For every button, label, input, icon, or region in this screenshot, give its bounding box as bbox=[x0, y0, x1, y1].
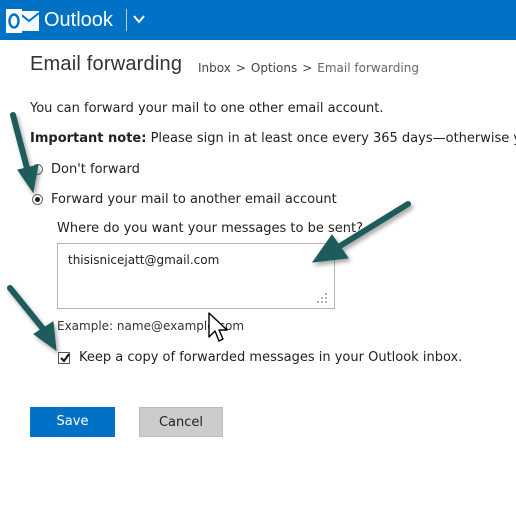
destination-label: Where do you want your messages to be se… bbox=[57, 221, 363, 236]
chevron-down-icon[interactable] bbox=[132, 12, 146, 26]
page-title: Email forwarding bbox=[30, 53, 183, 75]
important-note-label: Important note: bbox=[30, 131, 147, 146]
radio-forward[interactable] bbox=[32, 194, 43, 205]
top-bar: Outlook bbox=[0, 0, 516, 40]
breadcrumb-options[interactable]: Options bbox=[251, 61, 297, 75]
breadcrumb-separator: > bbox=[235, 61, 246, 75]
option-forward[interactable]: Forward your mail to another email accou… bbox=[32, 192, 337, 207]
cancel-button[interactable]: Cancel bbox=[139, 407, 223, 437]
header-divider bbox=[126, 9, 127, 31]
keep-copy-option[interactable]: Keep a copy of forwarded messages in you… bbox=[58, 350, 462, 365]
breadcrumb-current: Email forwarding bbox=[317, 61, 419, 75]
brand-name[interactable]: Outlook bbox=[44, 7, 113, 33]
breadcrumb: Inbox > Options > Email forwarding bbox=[198, 61, 419, 75]
resize-grip-icon[interactable] bbox=[316, 292, 328, 304]
save-button[interactable]: Save bbox=[30, 407, 115, 437]
arrow-to-keep-copy-checkbox bbox=[7, 285, 57, 352]
keep-copy-label: Keep a copy of forwarded messages in you… bbox=[79, 350, 463, 365]
checkmark-icon bbox=[60, 352, 70, 363]
outlook-logo-icon[interactable] bbox=[6, 8, 40, 34]
destination-email-input[interactable]: thisisnicejatt@gmail.com bbox=[57, 243, 335, 309]
option-label: Forward your mail to another email accou… bbox=[51, 192, 337, 207]
radio-dont-forward[interactable] bbox=[32, 164, 43, 175]
option-dont-forward[interactable]: Don't forward bbox=[32, 162, 140, 177]
arrow-to-forward-option bbox=[10, 112, 39, 194]
forwarding-description: You can forward your mail to one other e… bbox=[30, 101, 384, 116]
breadcrumb-separator: > bbox=[302, 61, 313, 75]
important-note-text: Please sign in at least once every 365 d… bbox=[146, 131, 516, 146]
breadcrumb-inbox[interactable]: Inbox bbox=[198, 61, 231, 75]
important-note: Important note: Please sign in at least … bbox=[30, 131, 516, 146]
mouse-cursor-icon bbox=[208, 312, 228, 342]
option-label: Don't forward bbox=[51, 162, 140, 177]
keep-copy-checkbox[interactable] bbox=[58, 351, 70, 364]
